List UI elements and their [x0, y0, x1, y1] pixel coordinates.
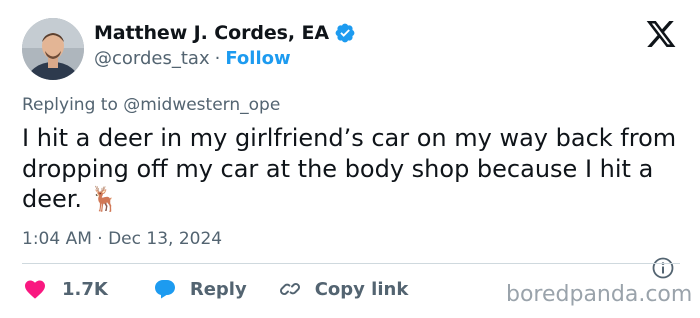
verified-badge-icon: [335, 23, 355, 43]
tweet-timestamp[interactable]: 1:04 AM · Dec 13, 2024: [22, 229, 222, 249]
action-bar: 1.7K Reply Copy link: [22, 277, 408, 301]
replying-to: Replying to @midwestern_ope: [22, 95, 280, 115]
author-name[interactable]: Matthew J. Cordes, EA: [94, 22, 329, 44]
avatar[interactable]: [22, 18, 84, 80]
avatar-image: [22, 18, 84, 80]
replying-to-mention[interactable]: @midwestern_ope: [123, 95, 280, 115]
like-count: 1.7K: [62, 278, 108, 300]
follow-button[interactable]: Follow: [225, 48, 290, 69]
reply-label: Reply: [189, 278, 247, 300]
copy-link-label: Copy link: [314, 278, 409, 300]
replying-to-prefix: Replying to: [22, 95, 124, 115]
reply-button[interactable]: Reply: [152, 277, 247, 301]
x-logo-icon[interactable]: [644, 18, 678, 50]
divider: [22, 263, 680, 264]
info-icon[interactable]: [651, 256, 675, 280]
link-icon: [279, 283, 300, 295]
copy-link-button[interactable]: Copy link: [277, 277, 409, 301]
tweet-text: I hit a deer in my girlfriend’s car on m…: [22, 124, 677, 213]
author-handle[interactable]: @cordes_tax: [94, 48, 210, 69]
heart-icon: [25, 280, 45, 299]
reply-bubble-icon: [154, 280, 175, 299]
watermark: boredpanda.com: [506, 282, 693, 307]
separator-dot: ·: [214, 48, 221, 69]
like-button[interactable]: 1.7K: [22, 277, 108, 301]
